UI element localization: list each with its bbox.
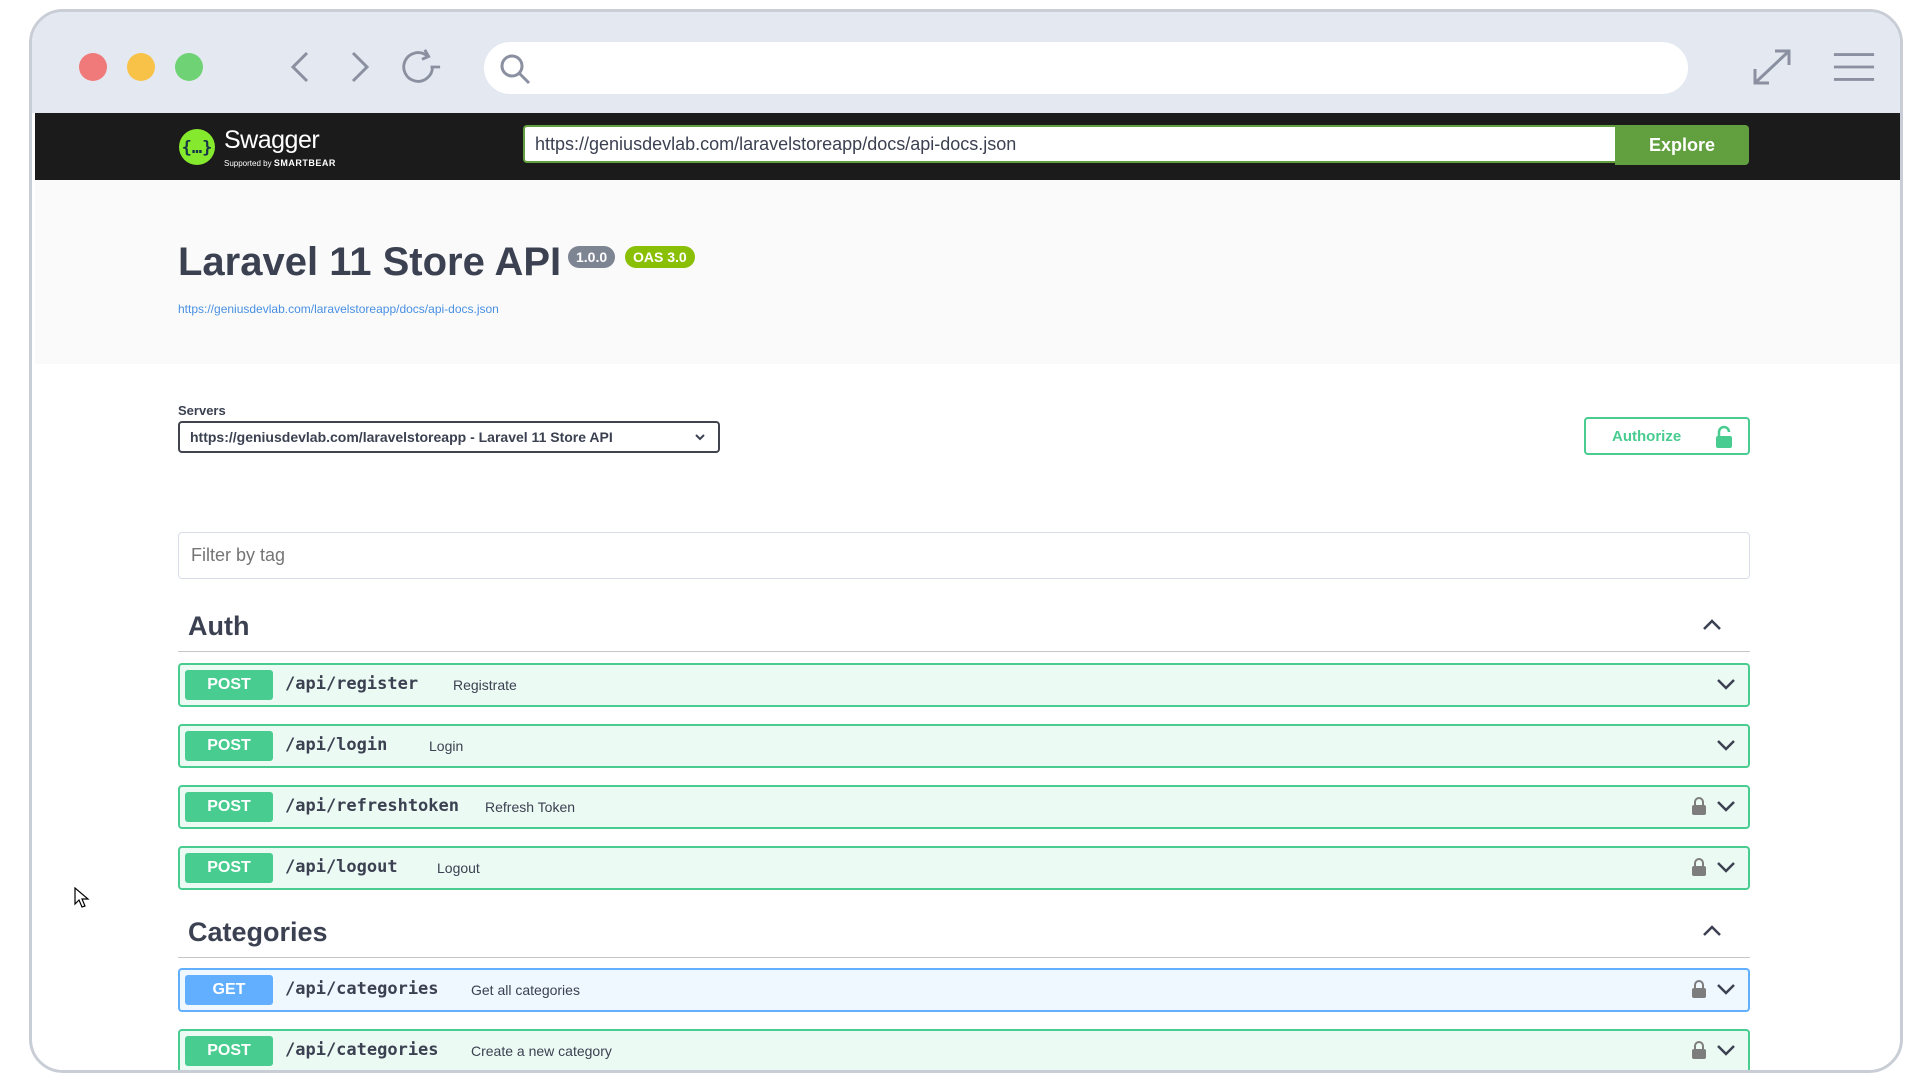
maximize-window-button[interactable] bbox=[175, 53, 203, 81]
tag-name: Auth bbox=[188, 611, 250, 641]
reload-button[interactable] bbox=[398, 46, 442, 88]
operation-summary: Logout bbox=[437, 860, 480, 876]
chevron-down-icon bbox=[1717, 740, 1735, 751]
explore-button[interactable]: Explore bbox=[1615, 125, 1749, 165]
search-icon bbox=[500, 54, 531, 85]
operation-path: /api/categories bbox=[285, 979, 439, 999]
schemes-section: Servers https://geniusdevlab.com/laravel… bbox=[35, 364, 1900, 488]
operation-path: /api/login bbox=[285, 735, 388, 755]
lock-icon[interactable] bbox=[1691, 979, 1707, 999]
address-bar[interactable] bbox=[484, 42, 1688, 94]
operation-post-categories[interactable]: POST /api/categories Create a new catego… bbox=[178, 1029, 1750, 1070]
menu-button[interactable] bbox=[1832, 46, 1876, 88]
browser-toolbar bbox=[32, 12, 1900, 113]
operation-post-register[interactable]: POST /api/register Registrate bbox=[178, 663, 1750, 707]
selected-server: https://geniusdevlab.com/laravelstoreapp… bbox=[190, 429, 613, 445]
operation-path: /api/refreshtoken bbox=[285, 796, 459, 816]
lock-icon[interactable] bbox=[1691, 857, 1707, 877]
authorize-label: Authorize bbox=[1612, 428, 1682, 445]
servers-select[interactable]: https://geniusdevlab.com/laravelstoreapp… bbox=[178, 421, 720, 453]
tag-name: Categories bbox=[188, 917, 328, 947]
operation-post-logout[interactable]: POST /api/logout Logout bbox=[178, 846, 1750, 890]
chevron-down-icon bbox=[1717, 862, 1735, 873]
chevron-up-icon bbox=[1703, 925, 1721, 936]
operation-summary: Refresh Token bbox=[485, 799, 576, 815]
oas-badge: OAS 3.0 bbox=[625, 246, 695, 268]
chevron-down-icon bbox=[1717, 801, 1735, 812]
spec-url-input[interactable]: https://geniusdevlab.com/laravelstoreapp… bbox=[523, 125, 1615, 163]
close-window-button[interactable] bbox=[79, 53, 107, 81]
operation-summary: Login bbox=[429, 738, 464, 754]
tag-auth-header[interactable]: Auth bbox=[178, 603, 1750, 652]
chevron-up-icon bbox=[1703, 619, 1721, 630]
operation-summary: Get all categories bbox=[471, 982, 580, 998]
hamburger-menu-icon bbox=[1833, 53, 1875, 81]
operation-summary: Create a new category bbox=[471, 1043, 612, 1059]
operations-section: Filter by tag Auth POST /api/register Re… bbox=[35, 487, 1900, 1070]
operation-path: /api/logout bbox=[285, 857, 398, 877]
api-info: Laravel 11 Store API 1.0.0 OAS 3.0 https… bbox=[35, 180, 1900, 364]
mouse-cursor-icon bbox=[74, 887, 90, 908]
swagger-logo[interactable]: {…} Swagger Supported by SMARTBEAR bbox=[178, 125, 358, 171]
operation-post-refreshtoken[interactable]: POST /api/refreshtoken Refresh Token bbox=[178, 785, 1750, 829]
forward-button[interactable] bbox=[338, 46, 382, 88]
chevron-down-icon bbox=[1717, 1045, 1735, 1056]
chevron-right-icon bbox=[351, 51, 370, 83]
minimize-window-button[interactable] bbox=[127, 53, 155, 81]
back-button[interactable] bbox=[278, 46, 322, 88]
lock-icon[interactable] bbox=[1691, 1040, 1707, 1060]
chevron-left-icon bbox=[290, 51, 309, 83]
chevron-down-icon bbox=[1717, 679, 1735, 690]
swagger-topbar: {…} Swagger Supported by SMARTBEAR https… bbox=[35, 113, 1900, 180]
version-badge: 1.0.0 bbox=[568, 246, 616, 268]
method-badge: POST bbox=[185, 731, 273, 761]
api-title: Laravel 11 Store API bbox=[178, 240, 562, 284]
chevron-down-icon bbox=[1717, 984, 1735, 995]
authorize-button[interactable]: Authorize bbox=[1584, 417, 1750, 455]
servers-label: Servers bbox=[178, 403, 226, 418]
operation-summary: Registrate bbox=[453, 677, 517, 693]
swagger-logo-icon: {…} bbox=[179, 129, 215, 165]
reload-icon bbox=[402, 49, 441, 83]
operation-get-categories[interactable]: GET /api/categories Get all categories bbox=[178, 968, 1750, 1012]
browser-window: {…} Swagger Supported by SMARTBEAR https… bbox=[29, 9, 1903, 1073]
tag-categories-header[interactable]: Categories bbox=[178, 909, 1750, 958]
fullscreen-button[interactable] bbox=[1750, 46, 1794, 88]
method-badge: POST bbox=[185, 792, 273, 822]
method-badge: POST bbox=[185, 670, 273, 700]
chevron-down-icon bbox=[695, 434, 705, 441]
method-badge: POST bbox=[185, 853, 273, 883]
logo-text: Swagger bbox=[224, 126, 320, 154]
operation-post-login[interactable]: POST /api/login Login bbox=[178, 724, 1750, 768]
expand-icon bbox=[1753, 49, 1791, 85]
lock-icon[interactable] bbox=[1691, 796, 1707, 816]
unlocked-icon bbox=[1716, 425, 1732, 448]
filter-by-tag-input[interactable]: Filter by tag bbox=[178, 532, 1750, 579]
method-badge: POST bbox=[185, 1036, 273, 1066]
method-badge: GET bbox=[185, 975, 273, 1005]
logo-subtext: Supported by SMARTBEAR bbox=[224, 158, 336, 168]
spec-link[interactable]: https://geniusdevlab.com/laravelstoreapp… bbox=[178, 302, 499, 316]
operation-path: /api/categories bbox=[285, 1040, 439, 1060]
svg-text:{…}: {…} bbox=[182, 138, 213, 158]
operation-path: /api/register bbox=[285, 674, 419, 694]
